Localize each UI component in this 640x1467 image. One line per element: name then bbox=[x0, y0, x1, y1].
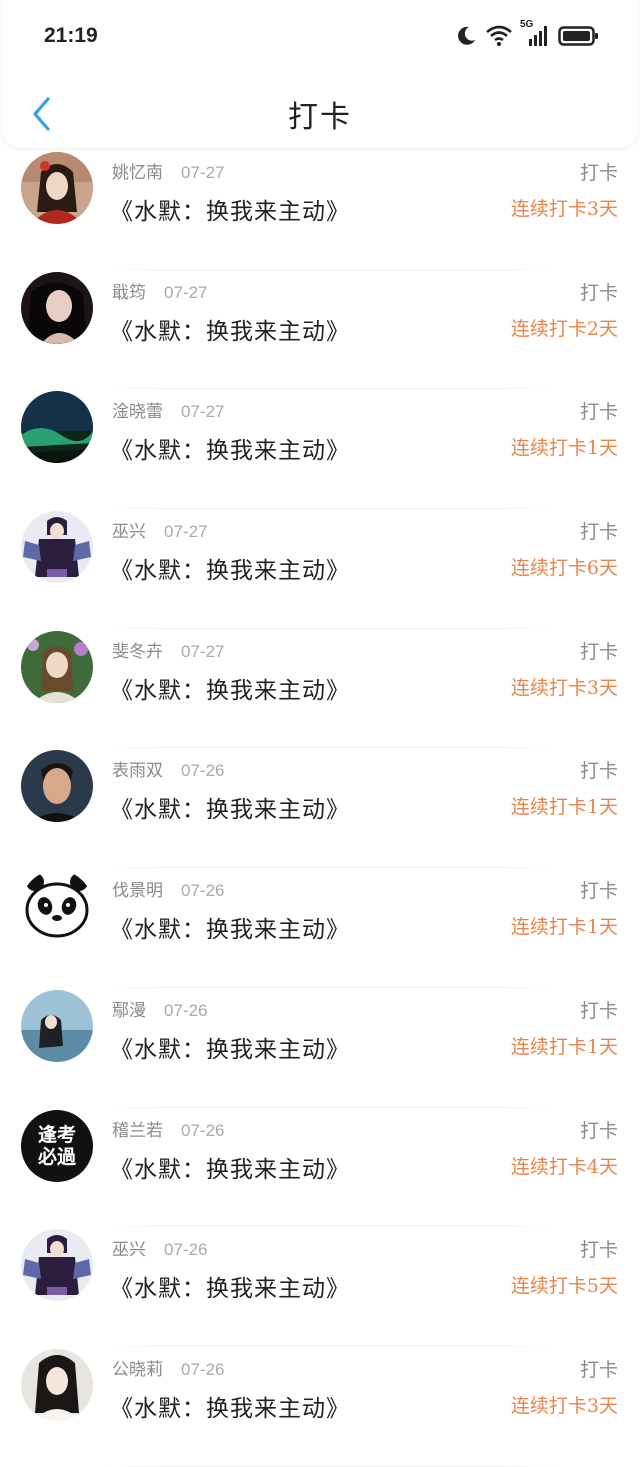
checkin-date: 07-26 bbox=[181, 761, 225, 781]
user-name[interactable]: 表雨双 07-26 bbox=[112, 756, 224, 781]
status-time: 21:19 bbox=[44, 24, 98, 47]
streak-badge: 连续打卡1天 bbox=[510, 1035, 618, 1058]
avatar-text: 逢考 必過 bbox=[37, 1123, 76, 1168]
user-name[interactable]: 巫兴 07-27 bbox=[112, 517, 207, 542]
avatar-seaside[interactable] bbox=[21, 989, 93, 1062]
avatar-woman-bw[interactable] bbox=[21, 1348, 93, 1421]
streak-badge: 连续打卡5天 bbox=[510, 1275, 618, 1298]
book-title[interactable]: 《水默：换我来主动》 bbox=[110, 910, 350, 944]
book-title[interactable]: 《水默：换我来主动》 bbox=[110, 551, 350, 585]
signal-icon: 5G bbox=[520, 19, 549, 47]
user-name[interactable]: 鄢漫 07-26 bbox=[112, 996, 207, 1021]
user-name[interactable]: 戢筠 07-27 bbox=[112, 278, 207, 303]
checkin-row[interactable]: 鄢漫 07-26 《水默：换我来主动》 打卡连续打卡1天 bbox=[0, 988, 640, 1108]
avatar-woman-red[interactable] bbox=[21, 152, 93, 224]
checkin-row[interactable]: 伐景明 07-26 《水默：换我来主动》 打卡连续打卡1天 bbox=[0, 868, 640, 988]
checkin-row[interactable]: 斐冬卉 07-27 《水默：换我来主动》 打卡连续打卡3天 bbox=[0, 629, 640, 749]
book-title[interactable]: 《水默：换我来主动》 bbox=[110, 1150, 350, 1184]
avatar-anime-man[interactable] bbox=[21, 1229, 93, 1302]
book-title[interactable]: 《水默：换我来主动》 bbox=[110, 1389, 350, 1423]
avatar-anime-man[interactable] bbox=[21, 511, 93, 584]
user-name[interactable]: 淦晓蕾 07-27 bbox=[112, 397, 224, 422]
streak-badge: 连续打卡1天 bbox=[510, 796, 618, 819]
streak-badge: 连续打卡4天 bbox=[510, 1155, 618, 1178]
moon-icon bbox=[455, 25, 477, 47]
avatar-woman-dark[interactable] bbox=[21, 271, 93, 344]
checkin-row[interactable]: 巫兴 07-26 《水默：换我来主动》 打卡连续打卡5天 bbox=[0, 1227, 640, 1347]
checkin-label: 打卡 bbox=[579, 760, 618, 783]
checkin-label: 打卡 bbox=[579, 1239, 618, 1262]
checkin-date: 07-26 bbox=[181, 1359, 225, 1379]
user-name[interactable]: 公晓莉 07-26 bbox=[112, 1355, 224, 1380]
checkin-date: 07-26 bbox=[164, 1240, 208, 1260]
network-label: 5G bbox=[520, 19, 534, 30]
checkin-label: 打卡 bbox=[579, 521, 618, 544]
book-title[interactable]: 《水默：换我来主动》 bbox=[110, 192, 350, 226]
streak-badge: 连续打卡3天 bbox=[510, 198, 618, 220]
page-title: 打卡 bbox=[288, 100, 352, 135]
avatar-text-logo[interactable]: 逢考 必過 bbox=[21, 1109, 93, 1182]
user-name[interactable]: 巫兴 07-26 bbox=[112, 1235, 207, 1260]
book-title[interactable]: 《水默：换我来主动》 bbox=[110, 1030, 350, 1064]
user-name[interactable]: 斐冬卉 07-27 bbox=[112, 637, 224, 662]
row-divider bbox=[100, 1465, 560, 1467]
checkin-label: 打卡 bbox=[579, 999, 618, 1022]
checkin-label: 打卡 bbox=[579, 281, 618, 304]
checkin-row[interactable]: 表雨双 07-26 《水默：换我来主动》 打卡连续打卡1天 bbox=[0, 748, 640, 869]
checkin-label: 打卡 bbox=[579, 1119, 618, 1142]
streak-badge: 连续打卡6天 bbox=[510, 557, 618, 580]
avatar-woman-flowers[interactable] bbox=[21, 630, 93, 703]
app-header: 21:19 5G 打卡 bbox=[2, 0, 638, 148]
checkin-date: 07-26 bbox=[181, 1120, 225, 1140]
wifi-icon bbox=[486, 25, 512, 47]
checkin-row[interactable]: 戢筠 07-27 《水默：换我来主动》 打卡连续打卡2天 bbox=[0, 270, 640, 390]
book-title[interactable]: 《水默：换我来主动》 bbox=[110, 790, 350, 824]
streak-badge: 连续打卡1天 bbox=[510, 437, 618, 460]
checkin-date: 07-27 bbox=[181, 402, 225, 422]
checkin-date: 07-27 bbox=[164, 522, 208, 542]
checkin-row[interactable]: 淦晓蕾 07-27 《水默：换我来主动》 打卡连续打卡1天 bbox=[0, 389, 640, 510]
checkin-label: 打卡 bbox=[579, 162, 618, 184]
avatar-panda[interactable] bbox=[21, 870, 93, 943]
streak-badge: 连续打卡3天 bbox=[510, 676, 618, 699]
user-name[interactable]: 伐景明 07-26 bbox=[112, 876, 224, 901]
checkin-label: 打卡 bbox=[579, 880, 618, 903]
checkin-date: 07-27 bbox=[181, 163, 225, 182]
checkin-date: 07-26 bbox=[164, 1000, 208, 1020]
checkin-label: 打卡 bbox=[579, 640, 618, 663]
checkin-date: 07-27 bbox=[181, 641, 225, 661]
book-title[interactable]: 《水默：换我来主动》 bbox=[110, 431, 350, 465]
streak-badge: 连续打卡3天 bbox=[510, 1394, 618, 1417]
book-title[interactable]: 《水默：换我来主动》 bbox=[110, 1269, 350, 1303]
user-name[interactable]: 姚忆南 07-27 bbox=[112, 158, 224, 183]
streak-badge: 连续打卡2天 bbox=[510, 317, 618, 340]
checkin-date: 07-27 bbox=[164, 282, 208, 302]
avatar-aurora[interactable] bbox=[21, 391, 93, 464]
checkin-list: 姚忆南 07-27 《水默：换我来主动》 打卡 连续打卡3天 戢筠 07-27 《水默：换我来… bbox=[0, 150, 640, 1467]
checkin-label: 打卡 bbox=[579, 401, 618, 424]
checkin-date: 07-26 bbox=[181, 881, 225, 901]
status-icons: 5G bbox=[455, 19, 600, 50]
checkin-row[interactable]: 逢考 必過 稽兰若 07-26 《水默：换我来主动》 打卡连续打卡4天 bbox=[0, 1108, 640, 1228]
streak-badge: 连续打卡1天 bbox=[510, 916, 618, 939]
checkin-row[interactable]: 姚忆南 07-27 《水默：换我来主动》 打卡连续打卡3天 bbox=[0, 150, 640, 270]
checkin-row[interactable]: 公晓莉 07-26 《水默：换我来主动》 打卡连续打卡3天 bbox=[0, 1347, 640, 1467]
user-name[interactable]: 稽兰若 07-26 bbox=[112, 1116, 224, 1141]
book-title[interactable]: 《水默：换我来主动》 bbox=[110, 671, 350, 705]
checkin-label: 打卡 bbox=[579, 1358, 618, 1381]
battery-icon bbox=[558, 25, 600, 47]
checkin-row[interactable]: 巫兴 07-27 《水默：换我来主动》 打卡连续打卡6天 bbox=[0, 509, 640, 629]
avatar-man-portrait[interactable] bbox=[21, 750, 93, 823]
book-title[interactable]: 《水默：换我来主动》 bbox=[110, 312, 350, 346]
